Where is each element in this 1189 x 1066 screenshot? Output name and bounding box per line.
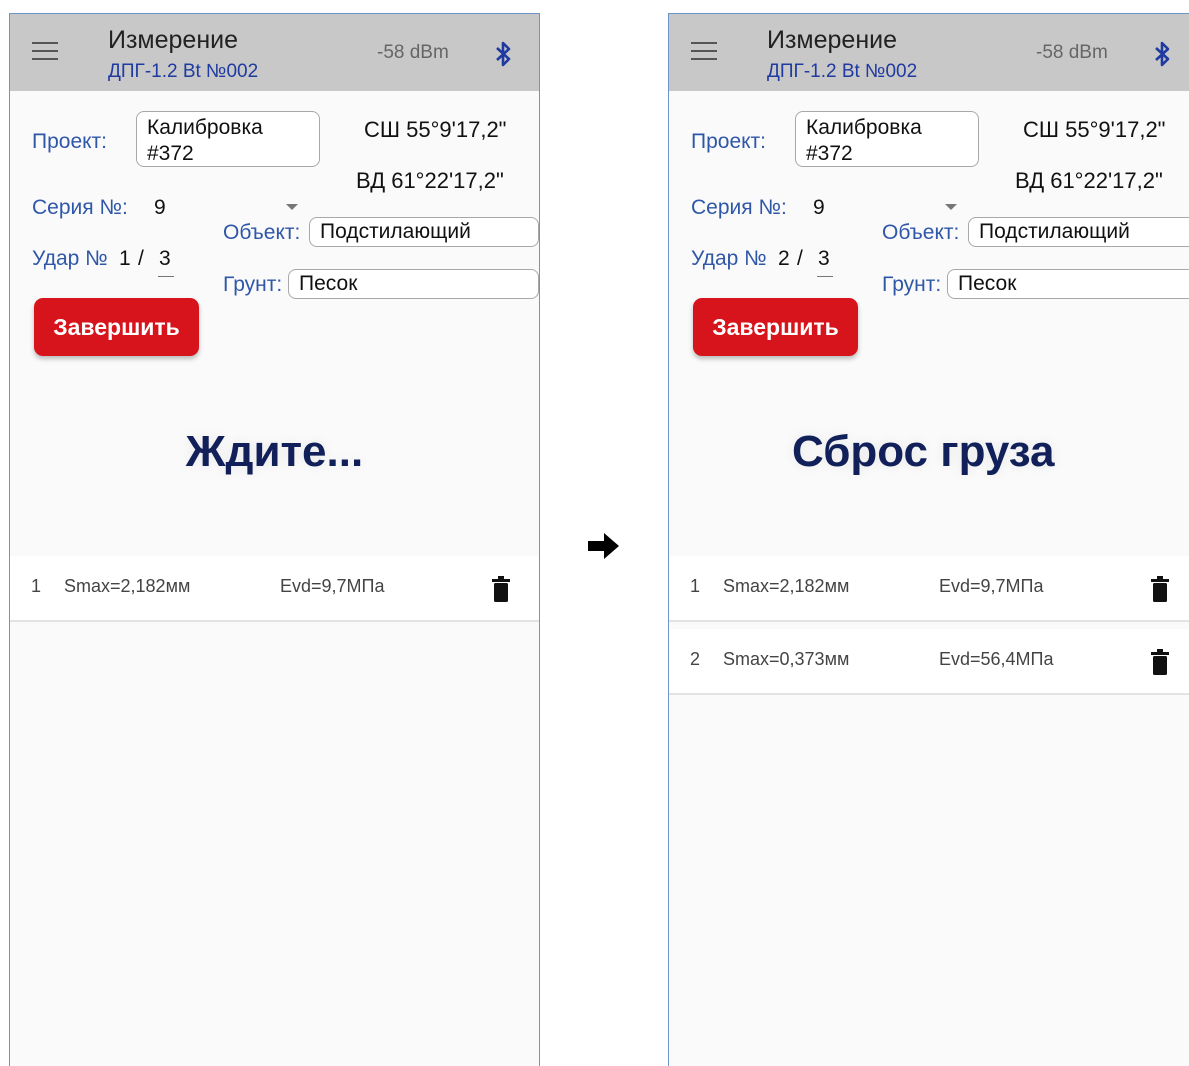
latitude: СШ 55°9'17,2" (1023, 117, 1166, 142)
signal-strength: -58 dBm (377, 42, 449, 63)
ground-label: Грунт: (223, 273, 283, 296)
impact-label: Удар № (32, 247, 108, 270)
project-label: Проект: (32, 130, 108, 153)
app-bar: Измерение ДПГ-1.2 Bt №002 -58 dBm (669, 14, 1189, 91)
series-select[interactable]: 9 (813, 196, 825, 220)
latitude: СШ 55°9'17,2" (364, 117, 507, 142)
impact-current: 2 (778, 247, 790, 270)
device-name: ДПГ-1.2 Bt №002 (767, 61, 918, 82)
device-name: ДПГ-1.2 Bt №002 (108, 61, 259, 82)
status-message: Сброс груза (792, 427, 1055, 476)
trash-icon[interactable] (492, 576, 510, 602)
result-smax: Smax=2,182мм (723, 576, 850, 596)
signal-strength: -58 dBm (1036, 42, 1108, 63)
bluetooth-icon[interactable] (1153, 40, 1171, 68)
app-title: Измерение (108, 26, 239, 54)
result-number: 1 (31, 576, 42, 596)
series-select[interactable]: 9 (154, 196, 166, 220)
impact-total-underline (158, 276, 174, 277)
result-row: 1 Smax=2,182мм Evd=9,7МПа (669, 556, 1189, 622)
project-label: Проект: (691, 130, 767, 153)
arrow-right-icon (588, 533, 619, 559)
result-evd: Evd=56,4МПа (939, 649, 1054, 669)
app-bar: Измерение ДПГ-1.2 Bt №002 -58 dBm (10, 14, 539, 91)
result-number: 2 (690, 649, 701, 669)
screen-after: Измерение ДПГ-1.2 Bt №002 -58 dBm Проект… (668, 13, 1189, 1066)
result-smax: Smax=0,373мм (723, 649, 850, 669)
trash-icon[interactable] (1151, 649, 1169, 675)
longitude: ВД 61°22'17,2" (1015, 168, 1163, 193)
hamburger-icon[interactable] (32, 42, 58, 60)
impact-total[interactable]: 3 (818, 247, 830, 271)
impact-label: Удар № (691, 247, 767, 270)
chevron-down-icon[interactable] (945, 204, 957, 210)
impact-total-underline (817, 276, 833, 277)
result-number: 1 (690, 576, 701, 596)
series-label: Серия №: (691, 196, 787, 219)
result-row: 1 Smax=2,182мм Evd=9,7МПа (10, 556, 539, 622)
result-row: 2 Smax=0,373мм Evd=56,4МПа (669, 629, 1189, 695)
impact-current: 1 (119, 247, 131, 270)
finish-button[interactable]: Завершить (693, 298, 858, 356)
object-input[interactable]: Подстилающий (968, 217, 1189, 247)
impact-separator: / (138, 247, 144, 270)
app-title: Измерение (767, 26, 898, 54)
result-smax: Smax=2,182мм (64, 576, 191, 596)
longitude: ВД 61°22'17,2" (356, 168, 504, 193)
series-label: Серия №: (32, 196, 128, 219)
object-label: Объект: (223, 221, 301, 244)
status-message: Ждите... (185, 427, 364, 476)
finish-button[interactable]: Завершить (34, 298, 199, 356)
project-input[interactable]: Калибровка #372 (136, 111, 320, 167)
bluetooth-icon[interactable] (494, 40, 512, 68)
impact-separator: / (797, 247, 803, 270)
screen-before: Измерение ДПГ-1.2 Bt №002 -58 dBm Проект… (9, 13, 540, 1066)
chevron-down-icon[interactable] (286, 204, 298, 210)
trash-icon[interactable] (1151, 576, 1169, 602)
ground-label: Грунт: (882, 273, 942, 296)
object-input[interactable]: Подстилающий (309, 217, 539, 247)
ground-input[interactable]: Песок (947, 269, 1189, 299)
hamburger-icon[interactable] (691, 42, 717, 60)
project-input[interactable]: Калибровка #372 (795, 111, 979, 167)
ground-input[interactable]: Песок (288, 269, 539, 299)
result-evd: Evd=9,7МПа (280, 576, 385, 596)
object-label: Объект: (882, 221, 960, 244)
result-evd: Evd=9,7МПа (939, 576, 1044, 596)
impact-total[interactable]: 3 (159, 247, 171, 271)
